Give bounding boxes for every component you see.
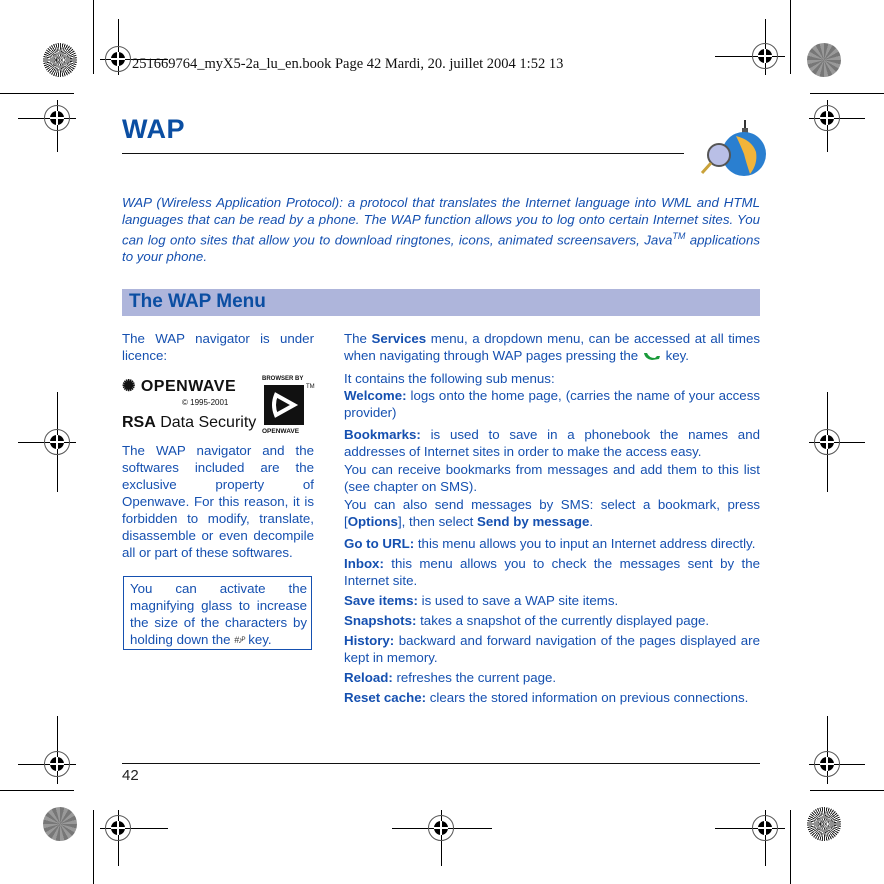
crop-line	[0, 790, 74, 791]
crop-line	[790, 0, 791, 74]
registration-mark-icon	[44, 429, 70, 455]
crop-line	[790, 810, 791, 884]
menu-item-history: History: backward and forward navigation…	[344, 633, 760, 665]
crop-line	[810, 790, 884, 791]
menu-item-go-to-url: Go to URL: this menu allows you to input…	[344, 536, 756, 551]
registration-mark-icon	[814, 105, 840, 131]
title-divider	[122, 153, 684, 154]
registration-mark-icon	[428, 815, 454, 841]
menu-item-inbox: Inbox: this menu allows you to check the…	[344, 556, 760, 588]
section-title: The WAP Menu	[129, 291, 266, 312]
print-slug: 251669764_myX5-2a_lu_en.book Page 42 Mar…	[132, 56, 564, 72]
registration-mark-icon	[814, 751, 840, 777]
tip-box: You can activate the magnifying glass to…	[123, 576, 312, 650]
registration-mark-icon	[105, 815, 131, 841]
browser-by-openwave-badge: BROWSER BY TM OPENWAVE	[262, 376, 315, 435]
openwave-swirl-icon: ✺	[122, 378, 136, 395]
registration-mark-icon	[105, 46, 131, 72]
menu-item-bookmarks: Bookmarks: is used to save in a phoneboo…	[344, 427, 760, 459]
menu-item-welcome: Welcome: logs onto the home page, (carri…	[344, 388, 760, 420]
crop-line	[93, 0, 94, 74]
menu-item-reset-cache: Reset cache: clears the stored informati…	[344, 690, 749, 705]
star-target-icon	[807, 43, 841, 77]
hash-key-icon: #♪ᴾ	[234, 634, 245, 645]
bookmarks-send-text: You can also send messages by SMS: selec…	[344, 497, 760, 529]
bookmarks-receive-text: You can receive bookmarks from messages …	[344, 462, 760, 494]
menu-item-snapshots: Snapshots: takes a snapshot of the curre…	[344, 613, 710, 628]
registration-mark-icon	[814, 429, 840, 455]
right-column: The Services menu, a dropdown menu, can …	[344, 330, 760, 709]
registration-mark-icon	[752, 43, 778, 69]
intro-paragraph: WAP (Wireless Application Protocol): a p…	[122, 195, 760, 265]
crop-line	[93, 810, 94, 884]
menu-item-save-items: Save items: is used to save a WAP site i…	[344, 593, 619, 608]
menu-item-reload: Reload: refreshes the current page.	[344, 670, 557, 685]
globe-magnifier-icon	[700, 120, 766, 176]
section-banner: The WAP Menu	[122, 289, 760, 316]
openwave-copyright: © 1995-2001	[182, 398, 229, 407]
registration-mark-icon	[752, 815, 778, 841]
footer-divider	[122, 763, 760, 764]
registration-mark-icon	[44, 751, 70, 777]
crop-line	[810, 93, 884, 94]
crop-line	[0, 93, 74, 94]
left-column: The WAP navigator is under licence:	[122, 330, 314, 364]
phone-call-key-icon	[643, 352, 660, 360]
rsa-logo: RSA Data Security	[122, 414, 257, 431]
services-paragraph: The Services menu, a dropdown menu, can …	[344, 331, 760, 363]
star-target-icon	[43, 43, 77, 77]
property-text: The WAP navigator and the softwares incl…	[122, 443, 314, 560]
openwave-logo: ✺ OPENWAVE	[122, 378, 237, 395]
licence-text: The WAP navigator is under licence:	[122, 331, 314, 363]
page-title: WAP	[122, 114, 186, 144]
contains-text: It contains the following sub menus:	[344, 371, 555, 386]
openwave-badge-icon	[264, 385, 304, 425]
registration-mark-icon	[44, 105, 70, 131]
star-target-icon	[43, 807, 77, 841]
page-number: 42	[122, 767, 139, 784]
licence-logos: ✺ OPENWAVE © 1995-2001 RSA Data Security…	[122, 376, 315, 436]
star-target-icon	[807, 807, 841, 841]
